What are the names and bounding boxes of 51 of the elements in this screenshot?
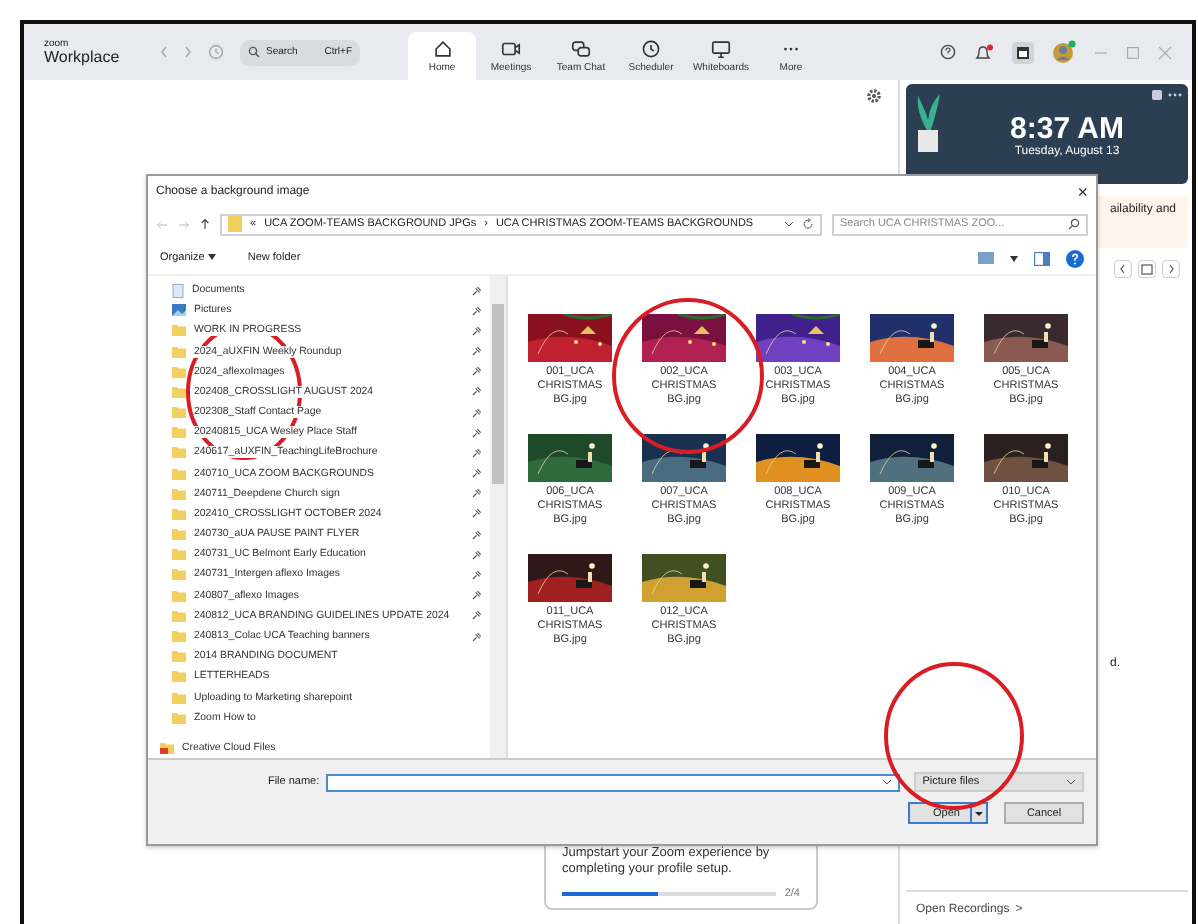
cloud-folder-icon (160, 741, 174, 754)
image-icon (172, 304, 186, 317)
refresh-icon[interactable] (802, 218, 814, 230)
close-button[interactable]: × (1077, 181, 1088, 201)
pin-icon[interactable] (472, 488, 482, 499)
caret-icon (207, 254, 216, 260)
pin-icon[interactable] (472, 529, 482, 540)
folder-icon (228, 216, 242, 232)
pin-icon[interactable] (472, 468, 482, 479)
pin-icon[interactable] (472, 386, 482, 397)
document-icon (172, 283, 184, 298)
preview-pane-icon[interactable] (1034, 251, 1050, 265)
pin-icon[interactable] (472, 407, 482, 418)
dropdown-icon[interactable] (784, 220, 794, 228)
pin-icon[interactable] (472, 305, 482, 316)
chat-icon (570, 38, 592, 60)
whiteboard-icon (710, 38, 732, 60)
pin-icon[interactable] (472, 549, 482, 560)
dropdown-icon[interactable] (882, 778, 893, 786)
pin-icon[interactable] (472, 346, 482, 357)
pin-icon[interactable] (472, 631, 482, 641)
clock-icon (640, 38, 662, 60)
pin-icon[interactable] (472, 590, 482, 601)
search-icon (1068, 218, 1080, 230)
more-icon[interactable] (1168, 90, 1182, 100)
pin-icon[interactable] (472, 285, 482, 296)
logo-text: Workplace (44, 49, 122, 65)
pin-icon[interactable] (472, 610, 482, 621)
dropdown-icon (1066, 778, 1077, 786)
help-icon[interactable] (1066, 249, 1084, 267)
caret-icon[interactable] (970, 803, 986, 823)
avatar-icon[interactable] (1052, 40, 1076, 64)
clock-time: 8:37 AM (1010, 111, 1124, 145)
file-name-field[interactable] (325, 773, 901, 791)
pin-icon[interactable] (472, 366, 482, 377)
pin-icon[interactable] (472, 508, 482, 519)
up-icon[interactable] (200, 218, 210, 230)
settings-icon[interactable] (866, 88, 882, 104)
video-camera-icon (500, 38, 522, 60)
pin-icon[interactable] (472, 427, 482, 438)
search-icon (248, 46, 260, 58)
bell-icon[interactable] (974, 43, 994, 61)
home-icon (431, 38, 453, 60)
plant-icon (912, 92, 944, 152)
pin-icon[interactable] (472, 447, 482, 458)
next-icon[interactable] (1162, 260, 1180, 278)
caret-icon[interactable] (1010, 255, 1018, 261)
pin-icon[interactable] (472, 569, 482, 580)
pin-icon[interactable] (472, 325, 482, 336)
help-icon[interactable] (940, 44, 956, 60)
previous-icon[interactable] (1114, 260, 1132, 278)
